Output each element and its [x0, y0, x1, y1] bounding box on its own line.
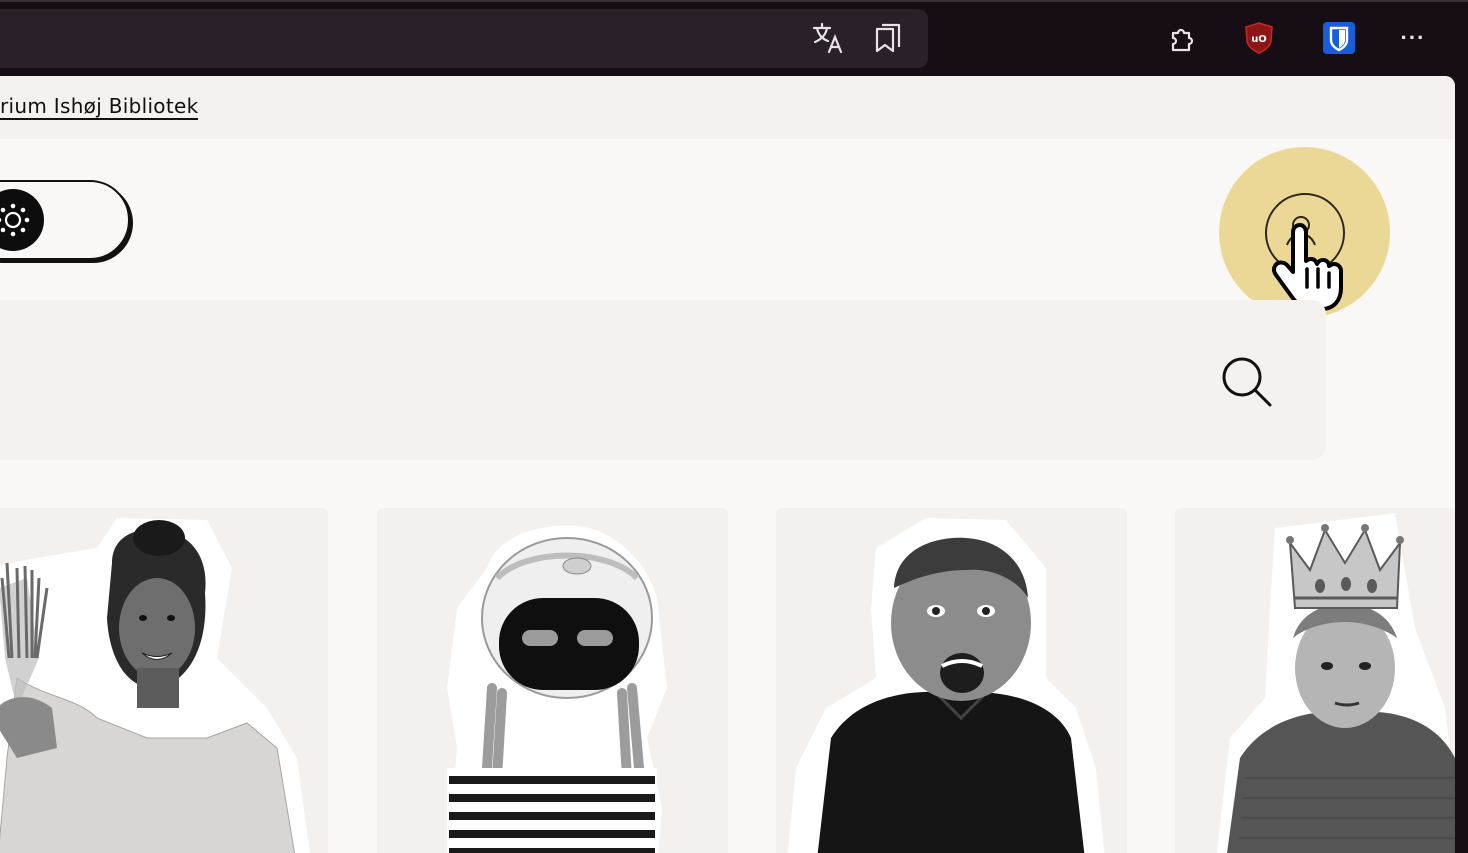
bitwarden-icon[interactable]	[1319, 18, 1359, 58]
toolbar-edge	[0, 0, 1468, 2]
theme-toggle[interactable]	[0, 180, 130, 260]
card-crowned-boy[interactable]	[1175, 508, 1455, 853]
ublock-badge-text: uO	[1251, 34, 1267, 45]
more-icon[interactable]: ···	[1393, 18, 1433, 58]
library-link[interactable]: urium Ishøj Bibliotek	[0, 94, 199, 120]
search-panel[interactable]	[0, 300, 1326, 460]
address-bar[interactable]	[0, 9, 928, 68]
card-painter[interactable]	[0, 508, 328, 853]
translate-icon[interactable]	[808, 18, 848, 58]
card-astronaut[interactable]	[377, 508, 728, 853]
reading-list-icon[interactable]	[868, 18, 908, 58]
extensions-icon[interactable]	[1163, 18, 1203, 58]
web-page: urium Ishøj Bibliotek	[0, 76, 1455, 853]
sun-icon	[0, 189, 44, 251]
ublock-icon[interactable]: uO	[1239, 18, 1279, 58]
astronaut-helmet-child-image	[447, 525, 667, 853]
window-edge	[1455, 76, 1468, 853]
top-bar: urium Ishøj Bibliotek	[0, 76, 1455, 139]
user-icon	[1264, 192, 1345, 273]
account-button[interactable]	[1219, 147, 1390, 318]
card-shouting-boy[interactable]	[776, 508, 1127, 853]
boy-with-crown-image	[1216, 513, 1455, 853]
girl-with-brushes-image	[0, 518, 310, 853]
shouting-boy-image	[787, 518, 1105, 853]
search-icon[interactable]	[1219, 354, 1275, 410]
browser-toolbar: uO ···	[0, 0, 1468, 76]
